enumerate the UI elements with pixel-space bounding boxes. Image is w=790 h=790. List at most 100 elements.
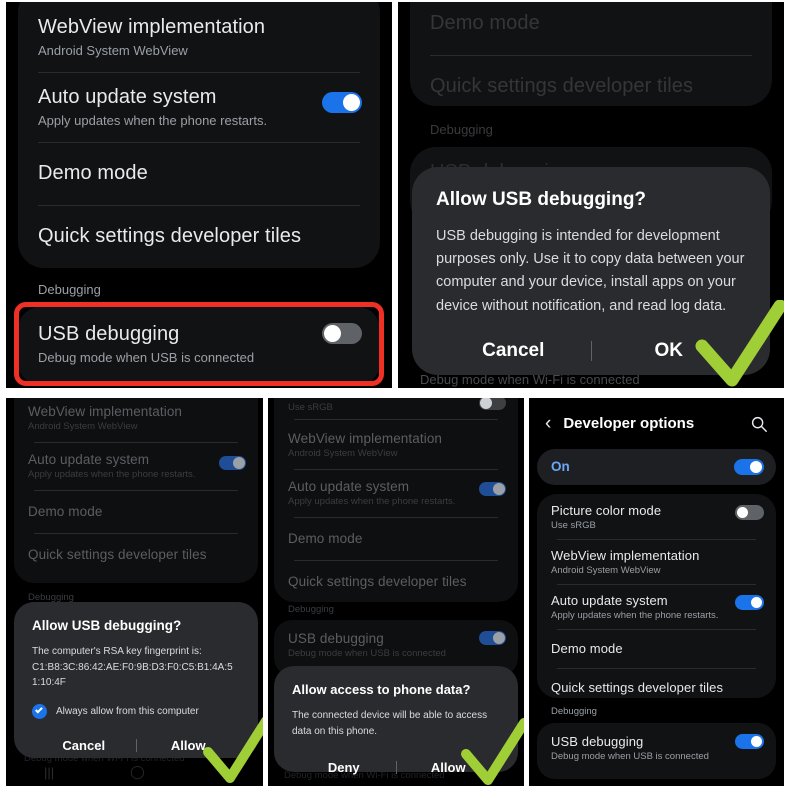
row-subtitle: Android System WebView — [288, 448, 398, 459]
chevron-left-icon[interactable]: ‹ — [545, 414, 551, 433]
row-usb-debugging[interactable]: USB debugging Debug mode when USB is con… — [537, 723, 776, 762]
toggle-auto-update-system[interactable] — [735, 595, 764, 610]
allow-usb-debugging-rsa-dialog: Allow USB debugging? The computer's RSA … — [14, 602, 258, 758]
checkbox-checked-icon[interactable] — [32, 703, 47, 719]
row-auto-update-system[interactable]: Auto update system Apply updates when th… — [274, 469, 518, 517]
row-subtitle: Debug mode when USB is connected — [551, 751, 709, 762]
row-title: Auto update system — [288, 479, 410, 494]
row-demo-mode[interactable]: Demo mode — [410, 2, 772, 55]
dialog-body-line1: The computer's RSA key fingerprint is: — [32, 646, 202, 657]
settings-card-1: WebView implementation Android System We… — [18, 2, 380, 268]
section-label-debugging: Debugging — [551, 706, 597, 717]
android-navigation-bar: ||| ◯ ‹ — [6, 764, 263, 780]
section-label-debugging: Debugging — [288, 604, 334, 615]
row-title: Auto update system — [38, 86, 217, 108]
row-title: WebView implementation — [38, 16, 266, 38]
row-webview-implementation[interactable]: WebView implementation Android System We… — [274, 419, 518, 469]
row-subtitle: Apply updates when the phone restarts. — [28, 469, 196, 480]
row-subtitle: Android System WebView — [28, 421, 138, 432]
cancel-button[interactable]: Cancel — [436, 340, 591, 362]
section-label-debugging: Debugging — [38, 282, 101, 297]
always-allow-checkbox-row[interactable]: Always allow from this computer — [32, 703, 240, 719]
toggle-usb-debugging[interactable] — [479, 631, 506, 645]
section-label-debugging: Debugging — [430, 122, 493, 137]
settings-card-usb-debugging: USB debugging Debug mode when USB is con… — [537, 723, 776, 779]
master-toggle-label: On — [551, 459, 570, 474]
toggle-picture-color-mode[interactable] — [735, 505, 764, 520]
row-title: USB debugging — [288, 631, 384, 646]
row-usb-debugging[interactable]: USB debugging Debug mode when USB is con… — [274, 620, 518, 659]
master-toggle-row[interactable]: On — [537, 449, 776, 485]
row-subtitle: Debug mode when USB is connected — [38, 350, 255, 365]
row-title: Picture color mode — [551, 503, 662, 518]
toggle-developer-options[interactable] — [734, 459, 764, 475]
row-webview-implementation[interactable]: WebView implementation Android System We… — [18, 2, 380, 72]
row-title: WebView implementation — [28, 404, 183, 419]
toggle-picture-color-mode[interactable] — [479, 398, 506, 410]
row-title: Demo mode — [288, 531, 363, 546]
settings-card-usb-debugging: USB debugging Debug mode when USB is con… — [18, 307, 380, 385]
row-title: Demo mode — [38, 162, 148, 184]
row-subtitle: Debug mode when USB is connected — [288, 648, 446, 659]
row-title: Auto update system — [28, 452, 150, 467]
toggle-usb-debugging[interactable] — [322, 323, 362, 344]
row-subtitle: Apply updates when the phone restarts. — [288, 496, 456, 507]
toggle-usb-debugging[interactable] — [735, 734, 764, 749]
row-subtitle: Android System WebView — [38, 43, 188, 58]
row-demo-mode[interactable]: Demo mode — [18, 142, 380, 205]
panel-developer-options-usb-on: ‹ Developer options On Picture color mod… — [529, 398, 784, 786]
row-quick-settings-developer-tiles[interactable]: Quick settings developer tiles — [410, 55, 772, 106]
row-demo-mode[interactable]: Demo mode — [274, 517, 518, 560]
row-quick-settings-developer-tiles[interactable]: Quick settings developer tiles — [14, 533, 258, 578]
row-title: USB debugging — [551, 734, 644, 749]
row-subtitle: Android System WebView — [551, 565, 661, 576]
page-title: Developer options — [563, 415, 695, 432]
row-title: WebView implementation — [288, 431, 443, 446]
row-title: Demo mode — [551, 641, 623, 656]
settings-card-2: Demo mode Quick settings developer tiles — [410, 2, 772, 106]
settings-card-5: Picture color mode Use sRGB WebView impl… — [537, 494, 776, 698]
row-demo-mode[interactable]: Demo mode — [537, 629, 776, 668]
row-picture-color-mode-partial[interactable]: Use sRGB — [274, 398, 518, 419]
row-quick-settings-developer-tiles[interactable]: Quick settings developer tiles — [537, 668, 776, 698]
panel-allow-usb-debugging-dialog: Demo mode Quick settings developer tiles… — [398, 2, 784, 388]
allow-usb-debugging-dialog: Allow USB debugging? USB debugging is in… — [412, 167, 770, 375]
rsa-fingerprint: C1:B8:3C:86:42:AE:F0:9B:D3:F0:C5:B1:4A:5… — [32, 661, 233, 689]
settings-card-4: Use sRGB WebView implementation Android … — [274, 398, 518, 602]
row-auto-update-system[interactable]: Auto update system Apply updates when th… — [18, 72, 380, 142]
row-quick-settings-developer-tiles[interactable]: Quick settings developer tiles — [274, 560, 518, 602]
search-icon[interactable] — [750, 415, 768, 433]
allow-access-phone-data-dialog: Allow access to phone data? The connecte… — [274, 666, 518, 775]
dialog-title: Allow USB debugging? — [436, 189, 647, 210]
ok-button[interactable]: OK — [592, 340, 747, 362]
row-title: Quick settings developer tiles — [288, 574, 467, 589]
deny-button[interactable]: Deny — [292, 760, 396, 775]
back-icon[interactable]: ‹ — [221, 765, 225, 780]
app-header: ‹ Developer options — [529, 398, 784, 443]
row-title: Quick settings developer tiles — [38, 225, 302, 247]
cancel-button[interactable]: Cancel — [32, 738, 136, 753]
row-webview-implementation[interactable]: WebView implementation Android System We… — [14, 398, 258, 442]
allow-button[interactable]: Allow — [137, 738, 241, 753]
home-icon[interactable]: ◯ — [130, 764, 145, 780]
recents-icon[interactable]: ||| — [44, 765, 54, 780]
row-auto-update-system[interactable]: Auto update system Apply updates when th… — [14, 442, 258, 490]
row-picture-color-mode[interactable]: Picture color mode Use sRGB — [537, 494, 776, 539]
row-title: Quick settings developer tiles — [551, 680, 724, 695]
settings-card-3: WebView implementation Android System We… — [14, 398, 258, 583]
row-title: Quick settings developer tiles — [28, 547, 207, 562]
row-title: USB debugging — [38, 323, 180, 345]
dialog-title: Allow access to phone data? — [292, 682, 471, 697]
panel-usb-debugging-off: WebView implementation Android System We… — [6, 2, 392, 388]
row-title: WebView implementation — [551, 548, 700, 563]
row-usb-debugging[interactable]: USB debugging Debug mode when USB is con… — [18, 307, 380, 379]
row-webview-implementation[interactable]: WebView implementation Android System We… — [537, 539, 776, 584]
row-auto-update-system[interactable]: Auto update system Apply updates when th… — [537, 584, 776, 629]
row-subtitle: Apply updates when the phone restarts. — [38, 113, 268, 128]
row-demo-mode[interactable]: Demo mode — [14, 490, 258, 533]
toggle-auto-update-system[interactable] — [219, 456, 246, 470]
allow-button[interactable]: Allow — [397, 760, 501, 775]
toggle-auto-update-system[interactable] — [479, 482, 506, 496]
row-quick-settings-developer-tiles[interactable]: Quick settings developer tiles — [18, 205, 380, 268]
toggle-auto-update-system[interactable] — [322, 92, 362, 113]
